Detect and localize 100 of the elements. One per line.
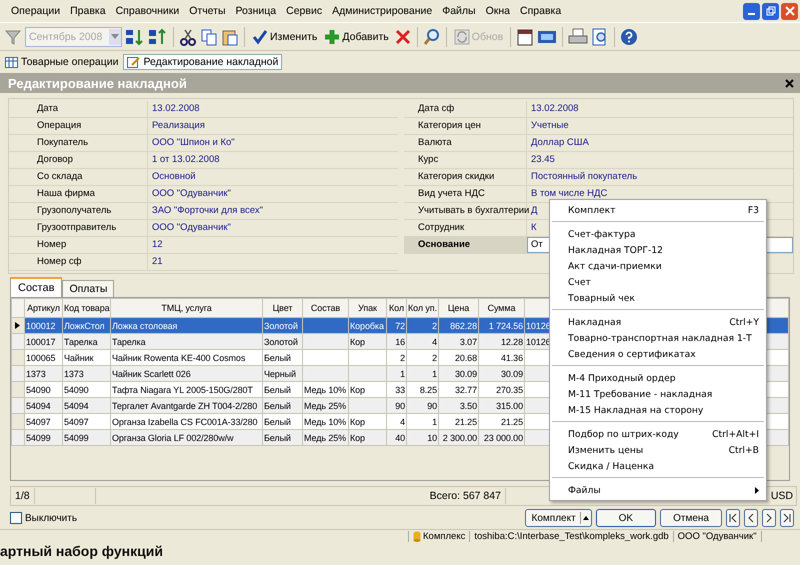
menu-item[interactable]: Накладная Ctrl+Y — [550, 314, 766, 330]
submenu-item[interactable]: Файлы — [550, 482, 766, 498]
field-value[interactable]: Доллар США — [527, 135, 793, 151]
currency-label: USD — [770, 490, 794, 502]
table-cell: Тарелка — [112, 336, 146, 346]
table-cell: Белый — [264, 416, 291, 426]
field-value[interactable]: Основной — [148, 169, 398, 185]
menu-item[interactable]: Файлы — [437, 5, 481, 17]
menu-item[interactable]: М-4 Приходный ордер — [550, 370, 766, 386]
search-icon[interactable] — [422, 28, 441, 46]
sort-descending-icon[interactable] — [148, 28, 168, 46]
menu-item[interactable]: Справка — [515, 5, 566, 17]
field-value[interactable]: 21 — [148, 254, 398, 270]
table-cell: 54097 — [64, 416, 89, 426]
next-record-icon[interactable] — [762, 509, 776, 527]
status-program: Комплекс — [423, 531, 466, 542]
cancel-button[interactable]: Отмена — [660, 509, 722, 527]
table-cell: 21.25 — [500, 416, 523, 426]
filter-icon[interactable] — [4, 28, 22, 46]
menu-item[interactable]: Акт сдачи-приемки — [550, 258, 766, 274]
menu-item[interactable]: Товарный чек — [550, 290, 766, 306]
printer-icon[interactable] — [568, 28, 588, 46]
table-cell: 54099 — [26, 432, 51, 442]
table-cell: 315.00 — [496, 400, 523, 410]
disable-checkbox[interactable]: Выключить — [10, 512, 78, 524]
table-cell: 3.50 — [460, 400, 477, 410]
menu-item[interactable]: Правка — [65, 5, 111, 17]
field-label: Сотрудник — [404, 220, 527, 236]
field-value[interactable]: Реализация — [148, 118, 398, 134]
add-button[interactable]: Добавить — [322, 28, 391, 44]
tab[interactable]: Оплаты — [62, 280, 114, 297]
field-value[interactable]: 13.02.2008 — [148, 101, 398, 117]
field-value[interactable]: ООО "Шпион и Ко" — [148, 135, 398, 151]
ok-button[interactable]: OK — [596, 509, 656, 527]
copy-icon[interactable] — [200, 28, 218, 46]
field-value[interactable]: 12 — [148, 237, 398, 253]
document-tab[interactable]: Редактирование накладной — [123, 54, 282, 70]
menu-item[interactable]: Сведения о сертификатах — [550, 346, 766, 362]
previous-record-icon[interactable] — [744, 509, 758, 527]
checkmark-icon — [252, 28, 268, 44]
menu-item[interactable]: Счет — [550, 274, 766, 290]
menu-item[interactable]: Товарно-транспортная накладная 1-Т — [550, 330, 766, 346]
menu-item[interactable]: Справочники — [110, 5, 184, 17]
menu-item[interactable]: Администрирование — [327, 5, 438, 17]
table-cell: Чайник Scarlett 026 — [112, 368, 191, 378]
field-value[interactable]: ЗАО "Форточки для всех" — [148, 203, 398, 219]
table-cell: 10 — [427, 432, 437, 442]
delete-icon[interactable] — [394, 28, 412, 46]
field-label: Категория скидки — [404, 169, 527, 185]
table-cell: 54094 — [26, 400, 51, 410]
table-cell: Кор — [350, 416, 365, 426]
menu-item[interactable]: Скидка / Наценка — [550, 458, 766, 474]
calendar-icon[interactable] — [516, 28, 534, 46]
close-icon[interactable] — [785, 78, 794, 88]
menu-item[interactable]: М-11 Требование - накладная — [550, 386, 766, 402]
menu-item[interactable]: Комплект F3 — [550, 202, 766, 218]
menu-item[interactable]: Операции — [6, 5, 66, 17]
scissors-icon[interactable] — [179, 28, 197, 46]
paste-icon[interactable] — [221, 28, 239, 46]
table-cell: Золотой — [264, 336, 298, 346]
table-cell: 90 — [427, 400, 437, 410]
kit-button[interactable]: Комплект — [524, 509, 592, 527]
menu-item[interactable]: Накладная ТОРГ-12 — [550, 242, 766, 258]
minimize-icon[interactable] — [743, 2, 760, 20]
help-icon[interactable] — [620, 28, 638, 46]
document-tab[interactable]: Товарные операции — [2, 55, 122, 69]
field-value[interactable]: Постоянный покупатель — [527, 169, 793, 185]
menu-item[interactable]: Подбор по штрих-коду Ctrl+Alt+I — [550, 426, 766, 442]
field-label: Категория цен — [404, 118, 527, 134]
table-cell: 2 — [432, 320, 437, 330]
row-selector[interactable] — [12, 318, 24, 334]
close-icon[interactable] — [781, 2, 798, 20]
field-value[interactable]: 1 от 13.02.2008 — [148, 152, 398, 168]
field-value[interactable]: Учетные — [527, 118, 793, 134]
field-label: Курс — [404, 152, 527, 168]
edit-button[interactable]: Изменить — [250, 28, 320, 44]
menu-item[interactable]: Отчеты — [184, 5, 231, 17]
menu-item[interactable]: М-15 Накладная на сторону — [550, 402, 766, 418]
field-value[interactable]: В том числе НДС — [527, 186, 793, 202]
field-value[interactable]: ООО "Одуванчик" — [148, 220, 398, 236]
field-value[interactable]: 13.02.2008 — [527, 101, 793, 117]
tab[interactable]: Состав — [10, 277, 62, 297]
record-position: 1/8 — [11, 488, 35, 504]
table-cell: 1373 — [64, 368, 84, 378]
table-cell: 54099 — [64, 432, 89, 442]
menu-item[interactable]: Розница — [230, 5, 282, 17]
table-cell: 33 — [395, 384, 405, 394]
field-label: Операция — [9, 118, 148, 134]
menu-item[interactable]: Изменить цены Ctrl+B — [550, 442, 766, 458]
first-record-icon[interactable] — [726, 509, 740, 527]
menu-item[interactable]: Окна — [480, 5, 515, 17]
table-cell: Медь 25% — [304, 400, 346, 410]
menu-item[interactable]: Сервис — [281, 5, 328, 17]
sort-ascending-icon[interactable] — [125, 28, 145, 46]
menu-item[interactable]: Счет-фактура — [550, 226, 766, 242]
column-header[interactable]: ТМЦ, услуга — [161, 303, 212, 313]
last-record-icon[interactable] — [780, 509, 794, 527]
restore-icon[interactable] — [762, 2, 779, 20]
field-value[interactable]: 23.45 — [527, 152, 793, 168]
field-value[interactable]: ООО "Одуванчик" — [148, 186, 398, 202]
